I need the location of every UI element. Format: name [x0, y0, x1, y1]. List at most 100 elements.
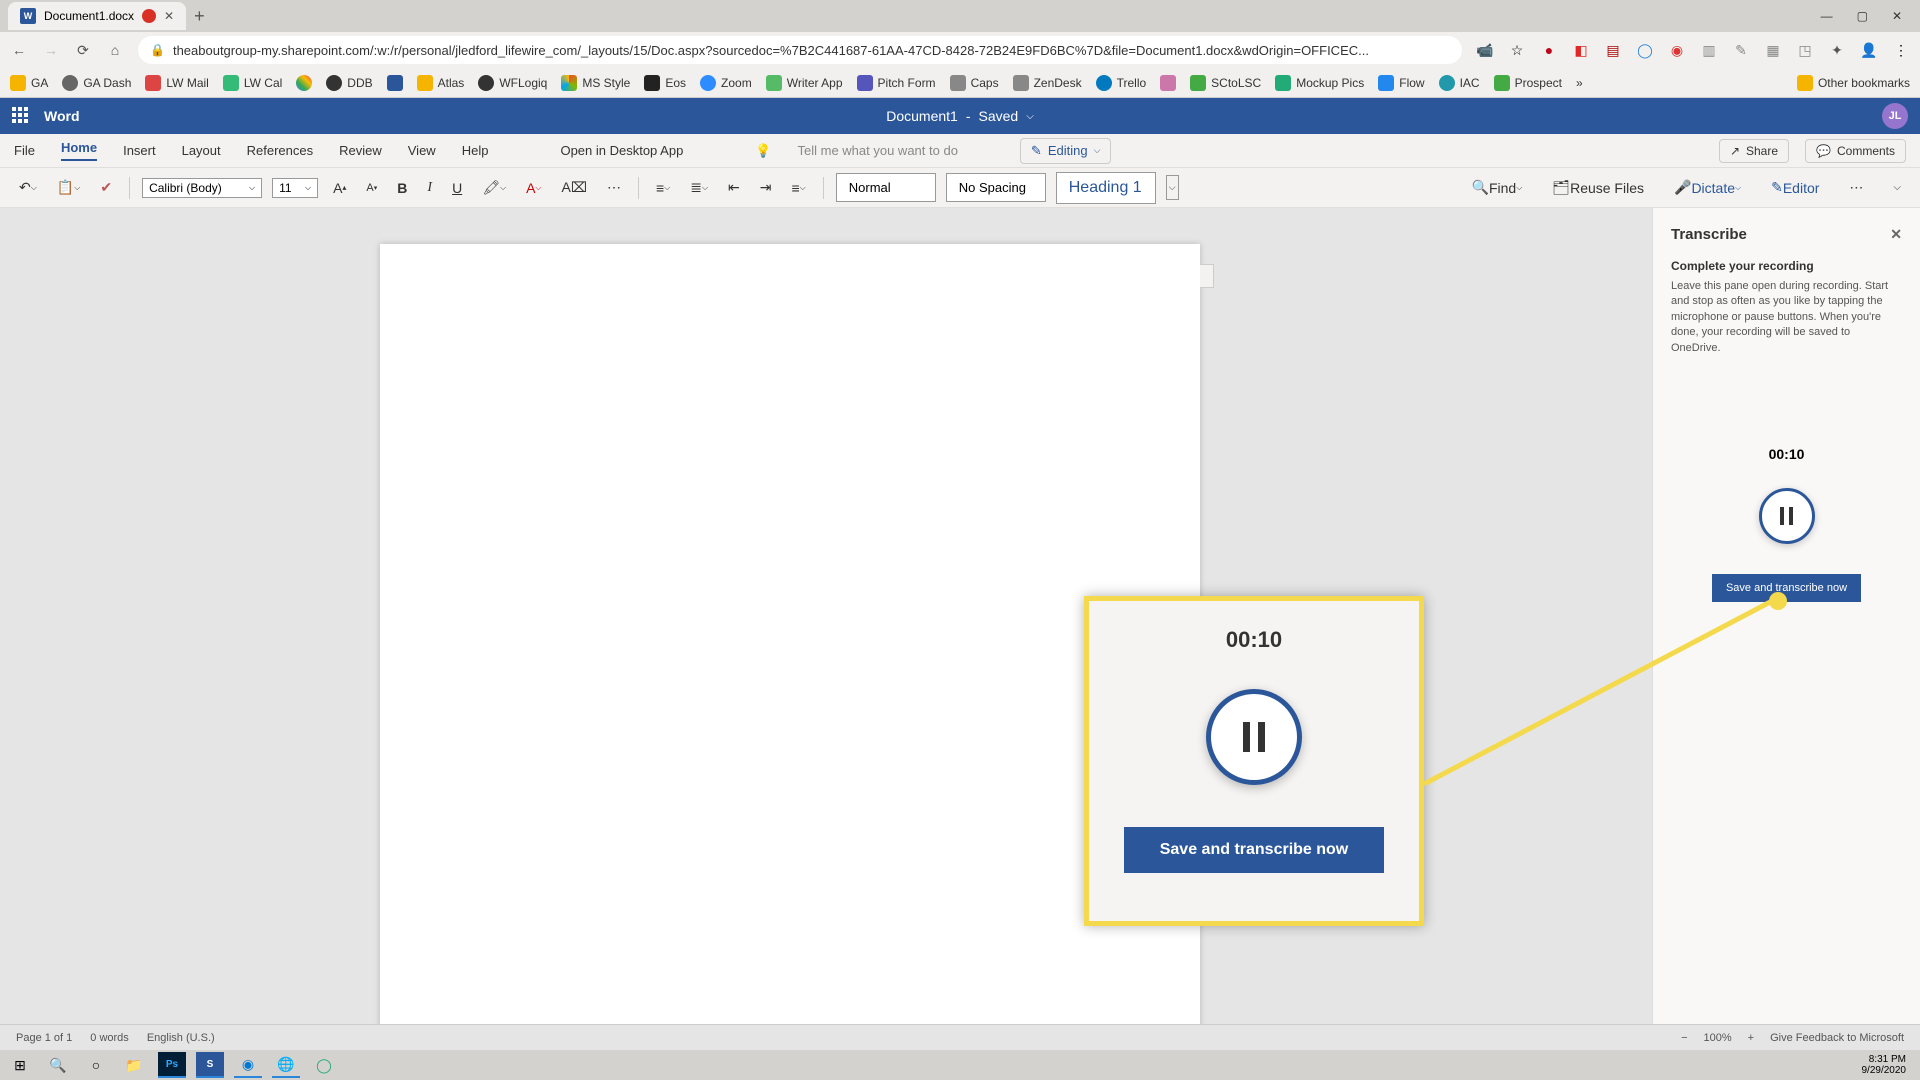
- app-icon[interactable]: ◯: [310, 1052, 338, 1078]
- star-icon[interactable]: ☆: [1508, 41, 1526, 59]
- paste-button[interactable]: 📋⌵: [52, 177, 86, 198]
- bookmark[interactable]: GA Dash: [62, 75, 131, 91]
- chrome-menu-icon[interactable]: ⋮: [1892, 41, 1910, 59]
- reload-button[interactable]: ⟳: [74, 41, 92, 59]
- flipboard-icon[interactable]: ◧: [1572, 41, 1590, 59]
- bookmark[interactable]: Flow: [1378, 75, 1424, 91]
- bookmarks-overflow[interactable]: »: [1576, 76, 1583, 90]
- pinterest-icon[interactable]: ●: [1540, 41, 1558, 59]
- comments-button[interactable]: 💬Comments: [1805, 139, 1906, 163]
- tab-layout[interactable]: Layout: [182, 143, 221, 158]
- tell-me-input[interactable]: Tell me what you want to do: [798, 143, 958, 158]
- document-title[interactable]: Document1: [886, 108, 958, 124]
- chrome-icon[interactable]: 🌐: [272, 1052, 300, 1078]
- tab-view[interactable]: View: [408, 143, 436, 158]
- ext-icon[interactable]: ▥: [1700, 41, 1718, 59]
- home-button[interactable]: ⌂: [106, 41, 124, 59]
- font-family-select[interactable]: Calibri (Body)⌵: [142, 178, 262, 198]
- file-explorer-icon[interactable]: 📁: [120, 1052, 148, 1078]
- new-tab-button[interactable]: +: [194, 6, 205, 27]
- dictate-button[interactable]: 🎤 Dictate ⌵: [1669, 177, 1746, 198]
- bold-button[interactable]: B: [392, 178, 412, 198]
- underline-button[interactable]: U: [447, 178, 467, 198]
- tab-review[interactable]: Review: [339, 143, 382, 158]
- search-button[interactable]: 🔍: [44, 1052, 72, 1078]
- feedback-link[interactable]: Give Feedback to Microsoft: [1770, 1032, 1904, 1044]
- bookmark[interactable]: [387, 75, 403, 91]
- find-button[interactable]: 🔍 Find ⌵: [1467, 177, 1528, 198]
- camera-icon[interactable]: 📹: [1476, 41, 1494, 59]
- word-count[interactable]: 0 words: [90, 1032, 129, 1044]
- shrink-font-button[interactable]: A▾: [361, 180, 382, 196]
- edge-icon[interactable]: ◉: [234, 1052, 262, 1078]
- bookmark[interactable]: IAC: [1439, 75, 1480, 91]
- share-button[interactable]: ↗Share: [1719, 139, 1789, 163]
- tab-file[interactable]: File: [14, 143, 35, 158]
- tab-home[interactable]: Home: [61, 140, 97, 161]
- clear-format-button[interactable]: A⌧: [556, 177, 591, 198]
- cortana-button[interactable]: ○: [82, 1052, 110, 1078]
- language-indicator[interactable]: English (U.S.): [147, 1032, 215, 1044]
- tab-insert[interactable]: Insert: [123, 143, 156, 158]
- url-input[interactable]: 🔒 theaboutgroup-my.sharepoint.com/:w:/r/…: [138, 36, 1462, 64]
- bookmark[interactable]: Trello: [1096, 75, 1147, 91]
- undo-button[interactable]: ↶⌵: [14, 177, 42, 198]
- start-button[interactable]: ⊞: [6, 1052, 34, 1078]
- font-color-button[interactable]: A⌵: [521, 178, 546, 198]
- reuse-files-button[interactable]: 🗂 Reuse Files: [1547, 177, 1649, 198]
- bookmark[interactable]: Eos: [644, 75, 686, 91]
- ribbon-overflow-button[interactable]: ⋯: [1844, 177, 1868, 198]
- editor-button[interactable]: ✎ Editor: [1766, 177, 1824, 198]
- zoom-out-button[interactable]: −: [1681, 1032, 1687, 1044]
- close-pane-button[interactable]: ✕: [1890, 226, 1902, 243]
- indent-button[interactable]: ⇥: [755, 177, 777, 198]
- zoom-in-button[interactable]: +: [1748, 1032, 1754, 1044]
- ext-icon[interactable]: ✎: [1732, 41, 1750, 59]
- style-heading1[interactable]: Heading 1: [1056, 172, 1156, 204]
- chevron-down-icon[interactable]: ⌵: [1026, 111, 1034, 122]
- outdent-button[interactable]: ⇤: [723, 177, 745, 198]
- bookmark[interactable]: Atlas: [417, 75, 465, 91]
- ext-icon[interactable]: ◯: [1636, 41, 1654, 59]
- editing-mode-dropdown[interactable]: ✎ Editing ⌵: [1020, 138, 1111, 164]
- ext-icon[interactable]: ◉: [1668, 41, 1686, 59]
- other-bookmarks[interactable]: Other bookmarks: [1797, 75, 1910, 91]
- bookmark[interactable]: SCtoLSC: [1190, 75, 1261, 91]
- font-size-select[interactable]: 11⌵: [272, 178, 318, 198]
- open-desktop-button[interactable]: Open in Desktop App: [560, 143, 683, 158]
- photoshop-icon[interactable]: Ps: [158, 1052, 186, 1078]
- tab-references[interactable]: References: [247, 143, 313, 158]
- bookmark[interactable]: Pitch Form: [857, 75, 936, 91]
- tab-help[interactable]: Help: [462, 143, 489, 158]
- page[interactable]: [380, 244, 1200, 1024]
- maximize-button[interactable]: ▢: [1857, 9, 1868, 23]
- bookmark[interactable]: LW Cal: [223, 75, 282, 91]
- page-indicator[interactable]: Page 1 of 1: [16, 1032, 72, 1044]
- profile-icon[interactable]: 👤: [1860, 41, 1878, 59]
- bookmark[interactable]: GA: [10, 75, 48, 91]
- extensions-icon[interactable]: ✦: [1828, 41, 1846, 59]
- bookmark[interactable]: ZenDesk: [1013, 75, 1082, 91]
- snagit-icon[interactable]: S: [196, 1052, 224, 1078]
- style-normal[interactable]: Normal: [836, 173, 936, 202]
- numbering-button[interactable]: ≣⌵: [685, 177, 713, 198]
- bookmark[interactable]: Mockup Pics: [1275, 75, 1364, 91]
- italic-button[interactable]: I: [422, 178, 437, 198]
- bookmark[interactable]: LW Mail: [145, 75, 208, 91]
- styles-more-button[interactable]: ⌵: [1166, 175, 1179, 200]
- bookmark[interactable]: DDB: [326, 75, 372, 91]
- bookmark[interactable]: Caps: [950, 75, 999, 91]
- bookmark[interactable]: WFLogiq: [478, 75, 547, 91]
- bookmark[interactable]: Zoom: [700, 75, 752, 91]
- user-avatar[interactable]: JL: [1882, 103, 1908, 129]
- window-close-button[interactable]: ✕: [1892, 9, 1902, 23]
- highlight-button[interactable]: 🖍⌵: [477, 177, 511, 198]
- format-painter-button[interactable]: ✔: [95, 177, 117, 198]
- pause-button[interactable]: [1759, 488, 1815, 544]
- callout-pause-button[interactable]: [1206, 689, 1302, 785]
- app-launcher-icon[interactable]: [12, 107, 30, 125]
- bookmark[interactable]: Writer App: [766, 75, 843, 91]
- bullets-button[interactable]: ≡⌵: [651, 178, 675, 198]
- close-tab-icon[interactable]: ✕: [164, 9, 174, 23]
- bookmark[interactable]: [296, 75, 312, 91]
